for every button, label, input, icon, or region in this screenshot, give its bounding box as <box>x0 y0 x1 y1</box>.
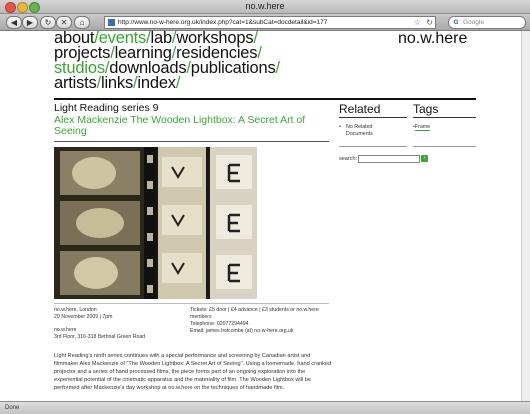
related-item-cont: Documents <box>346 131 373 137</box>
address-bar[interactable]: http://www.no-w-here.org.uk/index.php?ca… <box>104 16 436 29</box>
tags-divider <box>413 117 476 118</box>
article-divider <box>54 141 329 142</box>
nav-row: artists/links/index/ <box>54 74 384 92</box>
related-divider <box>339 117 407 118</box>
header-divider <box>54 98 476 100</box>
tag-link-frame[interactable]: •Frame <box>413 124 431 131</box>
home-button[interactable]: ⌂ <box>74 16 90 29</box>
event-date: 20 November 2009 | 7pm <box>54 314 113 320</box>
window-titlebar: no.w.here <box>0 0 530 14</box>
site-favicon-icon <box>108 19 115 26</box>
reload-button[interactable]: ↻ <box>40 16 56 29</box>
nav-link-artists[interactable]: artists <box>54 74 97 92</box>
venue-address: 3rd Floor, 316-318 Bethnal Green Road <box>54 334 146 340</box>
tags-bottom-divider <box>413 146 476 147</box>
address-url: http://www.no-w-here.org.uk/index.php?ca… <box>118 19 328 26</box>
refresh-icon[interactable]: ↻ <box>426 17 433 28</box>
search-placeholder: Google <box>463 19 484 26</box>
site-navigation: about/events/lab/workshops/projects/lear… <box>54 30 384 92</box>
search-label: search: <box>339 156 358 162</box>
status-text: Done <box>5 405 20 411</box>
series-title: Light Reading series 9 <box>54 102 159 114</box>
contact-email[interactable]: Email: james.holcombe (at) no-w-here.org… <box>190 328 294 335</box>
bookmark-star-icon[interactable]: ☆ <box>414 17 421 28</box>
film-strip-photo <box>54 147 257 299</box>
venue-name: no.w.here <box>54 327 77 333</box>
nav-link-publications[interactable]: publications <box>191 59 276 77</box>
ticket-prices-cont: members <box>190 314 212 320</box>
stop-button[interactable]: ✕ <box>56 16 72 29</box>
nav-separator: / <box>175 74 181 92</box>
nav-separator: / <box>275 59 281 77</box>
search-bar[interactable]: G Google <box>448 16 526 29</box>
event-location: no.w.here, London <box>54 307 97 313</box>
ticket-prices: Tickets: £5 door | £4 advance | £3 stude… <box>190 307 319 313</box>
site-logo[interactable]: no.w.here <box>398 31 467 47</box>
details-divider <box>54 303 329 304</box>
related-item: • No Related <box>339 124 373 130</box>
back-button[interactable]: ◀ <box>6 16 22 29</box>
nav-link-index[interactable]: index <box>137 74 176 92</box>
site-search-go-button[interactable]: › <box>421 155 428 162</box>
article-title: Alex Mackenzie The Wooden Lightbox: A Se… <box>54 114 306 137</box>
vertical-scrollbar[interactable] <box>521 31 530 401</box>
nav-link-links[interactable]: links <box>101 74 133 92</box>
site-search-input[interactable] <box>358 155 420 163</box>
status-bar: Done <box>0 401 530 414</box>
related-heading: Related <box>339 102 381 116</box>
tags-heading: Tags <box>413 102 439 116</box>
google-search-icon: G <box>453 19 459 26</box>
telephone: Telephone: 02077294494 <box>190 321 249 327</box>
window-title: no.w.here <box>245 1 285 11</box>
article-body: Light Reading's ninth series continues w… <box>54 353 332 391</box>
related-bottom-divider <box>339 146 407 147</box>
forward-button[interactable]: ▶ <box>22 16 38 29</box>
